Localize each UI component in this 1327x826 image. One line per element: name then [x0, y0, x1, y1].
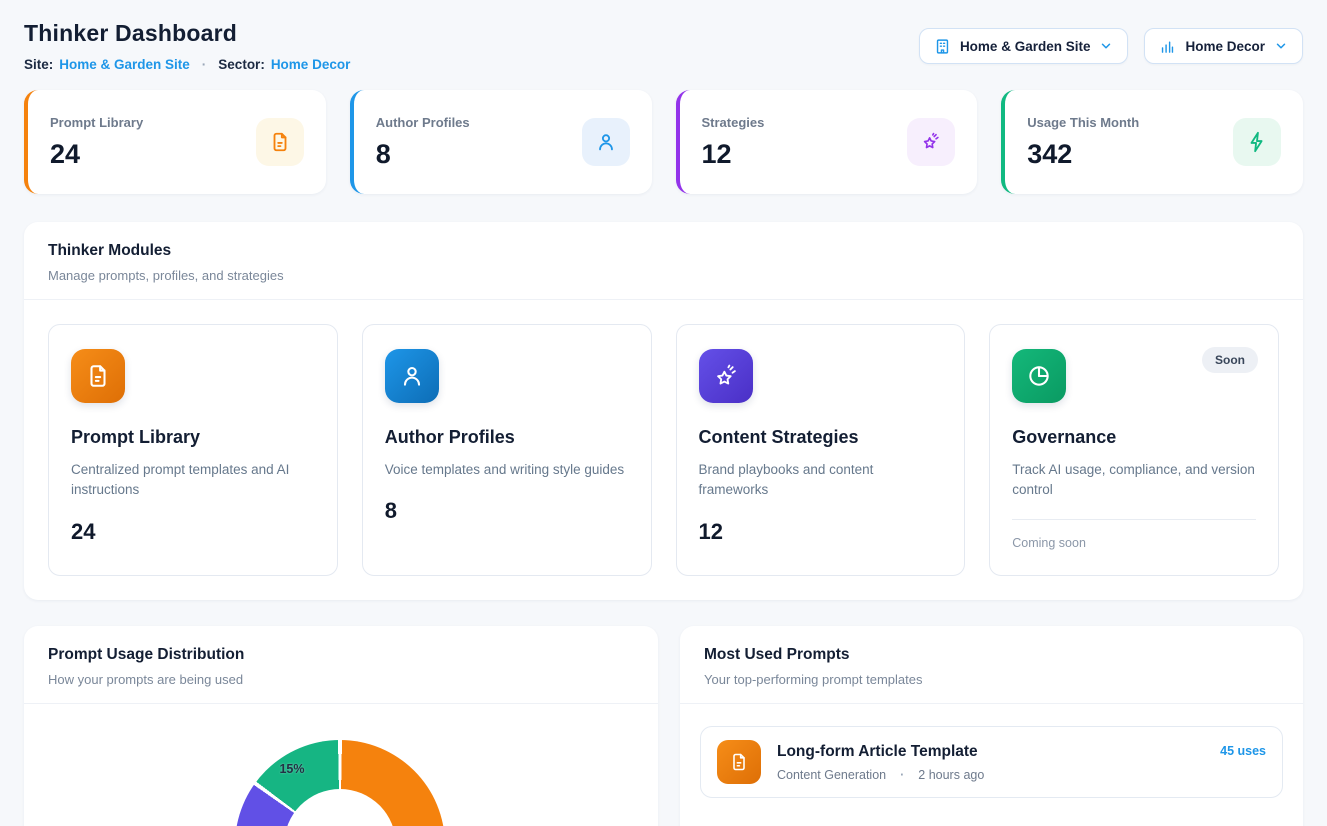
stat-value: 8 — [376, 139, 470, 170]
page-title: Thinker Dashboard — [24, 20, 350, 47]
site-selector-dropdown[interactable]: Home & Garden Site — [919, 28, 1129, 64]
most-used-prompts-card: Most Used Prompts Your top-performing pr… — [680, 626, 1303, 826]
module-count: 24 — [71, 519, 315, 545]
module-count: 12 — [699, 519, 943, 545]
module-description: Voice templates and writing style guides — [385, 460, 629, 480]
modules-grid: Prompt Library Centralized prompt templa… — [24, 300, 1303, 600]
prompts-card-title: Most Used Prompts — [704, 646, 1279, 664]
document-icon — [717, 740, 761, 784]
prompt-uses-badge: 45 uses — [1220, 744, 1266, 758]
sector-link[interactable]: Home Decor — [271, 57, 351, 72]
prompt-usage-distribution-card: Prompt Usage Distribution How your promp… — [24, 626, 658, 826]
building-icon — [934, 38, 951, 55]
module-count: 8 — [385, 498, 629, 524]
sector-selector-dropdown[interactable]: Home Decor — [1144, 28, 1303, 64]
bar-chart-icon — [1159, 38, 1176, 55]
site-link[interactable]: Home & Garden Site — [59, 57, 190, 72]
module-title: Author Profiles — [385, 427, 629, 448]
modules-section-subtitle: Manage prompts, profiles, and strategies — [48, 268, 1279, 283]
module-title: Content Strategies — [699, 427, 943, 448]
modules-section-title: Thinker Modules — [48, 242, 1279, 260]
stat-label: Strategies — [702, 115, 765, 130]
prompt-title: Long-form Article Template — [777, 743, 1204, 761]
stat-value: 12 — [702, 139, 765, 170]
module-card-author-profiles[interactable]: Author Profiles Voice templates and writ… — [362, 324, 652, 576]
thinker-modules-section: Thinker Modules Manage prompts, profiles… — [24, 222, 1303, 600]
meta-separator: · — [900, 768, 904, 782]
stat-value: 24 — [50, 139, 143, 170]
prompts-card-subtitle: Your top-performing prompt templates — [704, 672, 1279, 687]
soon-badge: Soon — [1202, 347, 1258, 373]
sector-selector-label: Home Decor — [1185, 39, 1265, 54]
site-label: Site: — [24, 57, 53, 72]
user-icon — [582, 118, 630, 166]
page-header: Thinker Dashboard Site: Home & Garden Si… — [24, 20, 1303, 72]
donut-chart-area: 15% — [24, 704, 658, 826]
document-icon — [71, 349, 125, 403]
breadcrumb-separator: · — [202, 57, 207, 72]
pie-chart-icon — [1012, 349, 1066, 403]
module-description: Track AI usage, compliance, and version … — [1012, 460, 1256, 501]
sector-label: Sector: — [218, 57, 265, 72]
coming-soon-text: Coming soon — [1012, 536, 1256, 550]
module-title: Governance — [1012, 427, 1256, 448]
user-icon — [385, 349, 439, 403]
module-card-prompt-library[interactable]: Prompt Library Centralized prompt templa… — [48, 324, 338, 576]
star-sparkle-icon — [907, 118, 955, 166]
stat-card-author-profiles: Author Profiles 8 — [350, 90, 652, 194]
document-icon — [256, 118, 304, 166]
module-card-governance[interactable]: Soon Governance Track AI usage, complian… — [989, 324, 1279, 576]
chevron-down-icon — [1274, 39, 1288, 53]
stat-label: Usage This Month — [1027, 115, 1139, 130]
stat-label: Author Profiles — [376, 115, 470, 130]
usage-card-title: Prompt Usage Distribution — [48, 646, 634, 664]
bottom-row: Prompt Usage Distribution How your promp… — [24, 626, 1303, 826]
lightning-icon — [1233, 118, 1281, 166]
donut-chart — [235, 740, 445, 826]
stat-value: 342 — [1027, 139, 1139, 170]
prompt-time: 2 hours ago — [918, 768, 984, 782]
usage-card-subtitle: How your prompts are being used — [48, 672, 634, 687]
site-selector-label: Home & Garden Site — [960, 39, 1091, 54]
prompt-list: Long-form Article Template Content Gener… — [680, 704, 1303, 820]
module-description: Centralized prompt templates and AI inst… — [71, 460, 315, 501]
star-sparkle-icon — [699, 349, 753, 403]
stat-card-strategies: Strategies 12 — [676, 90, 978, 194]
divider — [1012, 519, 1256, 520]
stat-card-usage: Usage This Month 342 — [1001, 90, 1303, 194]
module-title: Prompt Library — [71, 427, 315, 448]
donut-slice-label: 15% — [279, 762, 304, 776]
stats-row: Prompt Library 24 Author Profiles 8 Stra… — [24, 90, 1303, 194]
prompt-category: Content Generation — [777, 768, 886, 782]
module-description: Brand playbooks and content frameworks — [699, 460, 943, 501]
breadcrumb: Site: Home & Garden Site · Sector: Home … — [24, 57, 350, 72]
stat-card-prompt-library: Prompt Library 24 — [24, 90, 326, 194]
list-item-long-form-article-template[interactable]: Long-form Article Template Content Gener… — [700, 726, 1283, 798]
header-selectors: Home & Garden Site Home Decor — [919, 28, 1303, 64]
stat-label: Prompt Library — [50, 115, 143, 130]
module-card-content-strategies[interactable]: Content Strategies Brand playbooks and c… — [676, 324, 966, 576]
chevron-down-icon — [1099, 39, 1113, 53]
